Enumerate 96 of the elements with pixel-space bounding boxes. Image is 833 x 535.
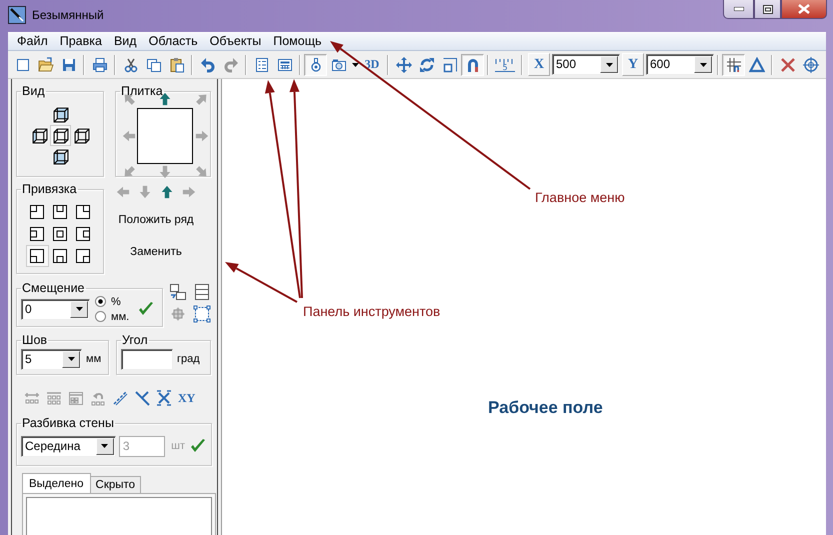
triangle-icon [748, 56, 764, 72]
save-icon [60, 56, 76, 72]
split-mode-dropdown[interactable]: Середина [21, 436, 116, 456]
apply-check-icon[interactable] [137, 301, 156, 317]
radio-button[interactable]: % [95, 294, 130, 309]
cube-icon [52, 127, 68, 144]
menu-item[interactable]: Объекты [204, 33, 268, 50]
action-button[interactable]: Положить ряд [114, 211, 198, 229]
caret-icon [76, 307, 82, 311]
action-button[interactable]: Заменить [126, 243, 186, 261]
snap-position-icon [75, 204, 91, 220]
y-label: Y [622, 53, 644, 76]
offset-dropdown[interactable]: 0 [21, 298, 90, 320]
calculator-icon [276, 56, 292, 72]
seam-dropdown[interactable]: 5 [21, 348, 82, 370]
snap-position-icon [29, 248, 45, 264]
caret-icon [606, 62, 612, 66]
cross-icon[interactable] [156, 390, 172, 406]
caret-icon [68, 357, 74, 361]
undo-icon [200, 56, 216, 72]
camera-icon [330, 56, 346, 72]
unit-label: мм [86, 353, 102, 365]
swap-icon[interactable] [169, 283, 187, 301]
menu-item[interactable]: Правка [54, 33, 108, 50]
group-title: Шов [21, 334, 48, 347]
magnet-button[interactable] [461, 54, 484, 76]
redo-icon [222, 56, 238, 72]
group-title: Смещение [21, 282, 86, 295]
snap-button[interactable] [26, 245, 48, 267]
cube-icon [30, 127, 48, 144]
tab[interactable]: Скрыто [90, 476, 142, 493]
snap-position-icon [29, 204, 45, 220]
rows-icon[interactable] [193, 283, 211, 301]
view-button[interactable] [50, 125, 70, 146]
radio-indicator[interactable] [95, 311, 106, 322]
new-document-icon [14, 56, 30, 72]
print-icon [92, 56, 108, 72]
paste-icon [168, 56, 184, 72]
fork-icon[interactable] [134, 390, 150, 406]
xy-button[interactable]: XY [178, 390, 196, 406]
tab[interactable]: Выделено [22, 473, 91, 493]
list-icon [254, 56, 270, 72]
snap-position-icon [52, 204, 68, 220]
radio-button[interactable]: мм. [95, 309, 130, 324]
resize-icon [442, 56, 458, 72]
minimize-button[interactable] [723, 0, 754, 19]
menu-item[interactable]: Вид [108, 33, 143, 50]
caret-icon [101, 444, 108, 448]
unit-label: град [177, 353, 200, 365]
close-icon [798, 4, 810, 14]
snap-position-icon [29, 226, 45, 242]
group-title: Плитка [120, 85, 164, 98]
menu-item[interactable]: Помощь [267, 33, 328, 50]
radio-indicator[interactable] [95, 296, 106, 307]
snap-position-icon [52, 226, 68, 242]
snap-position-icon [52, 248, 68, 264]
tile-preview [137, 108, 193, 164]
grid-snap-button[interactable] [722, 54, 745, 76]
maximize-icon [762, 4, 772, 14]
apply-check-icon[interactable] [189, 438, 207, 454]
cube-icon [52, 148, 68, 165]
open-icon [38, 56, 54, 72]
app-icon [8, 6, 26, 24]
cube-icon [52, 106, 68, 123]
y-coordinate-dropdown[interactable]: 600 [646, 54, 714, 75]
move-icon [396, 56, 412, 72]
callout-label: Главное меню [535, 190, 625, 205]
unit-label: шт [171, 440, 185, 452]
diagonal-line-icon[interactable] [112, 390, 128, 406]
cut-icon [122, 56, 138, 72]
group-title: Разбивка стены [21, 417, 115, 430]
caret-icon [352, 62, 358, 66]
angle-field[interactable] [121, 348, 173, 370]
group-title: Угол [121, 334, 149, 347]
maximize-button[interactable] [754, 0, 781, 19]
close-button[interactable] [781, 0, 827, 19]
cube-icon [72, 127, 90, 144]
delete-icon [780, 56, 796, 72]
canvas-caption: Рабочее поле [488, 398, 603, 418]
menu-item[interactable]: Область [142, 33, 204, 50]
minimize-icon [734, 7, 744, 11]
x-coordinate-dropdown[interactable]: 500 [552, 54, 620, 75]
frame-icon[interactable] [193, 305, 211, 323]
callout-label: Панель инструментов [303, 304, 440, 319]
group-title: Привязка [21, 183, 78, 196]
menu-item[interactable]: Файл [11, 33, 54, 50]
group-title: Вид [21, 85, 46, 98]
crosshair-icon [802, 56, 818, 72]
window-title: Безымянный [32, 8, 104, 22]
copy-icon [146, 56, 162, 72]
rotate-icon [418, 56, 434, 72]
snap-position-icon [75, 226, 91, 242]
caret-icon [700, 62, 706, 66]
grid-snap-icon [726, 56, 742, 72]
snap-position-icon [75, 248, 91, 264]
x-label: X [528, 53, 550, 76]
